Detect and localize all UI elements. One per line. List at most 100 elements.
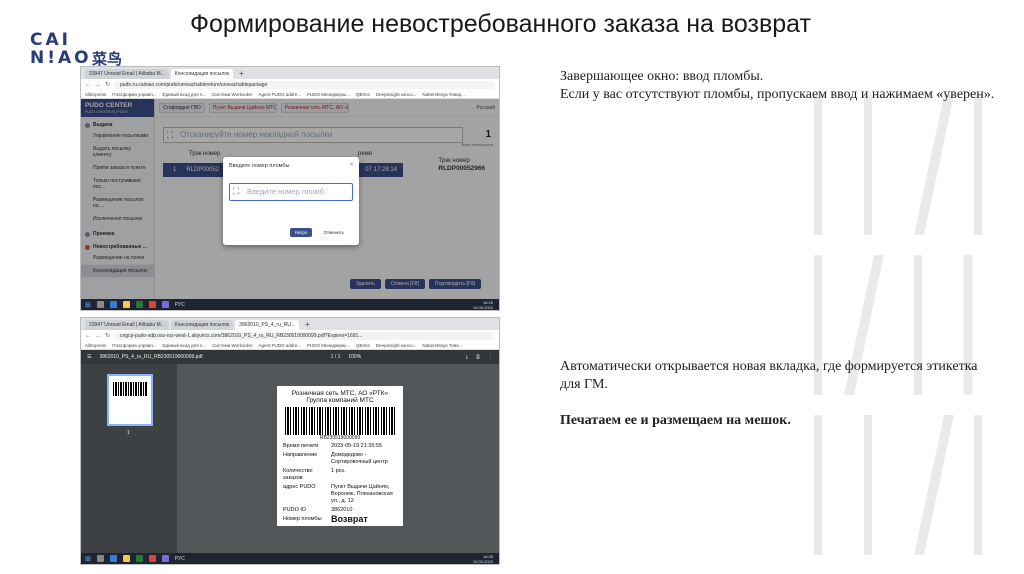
windows-start-icon[interactable]: ⊞ [85,301,91,309]
new-tab-button[interactable]: + [301,320,314,330]
cancel-button[interactable]: Отменить [318,228,349,237]
thumb-number: 1 [127,430,130,436]
watermark-logo [814,95,982,555]
browser-tab-pdf[interactable]: 3862010_PS_4_ru_RU... [235,320,300,330]
chrome-icon[interactable] [148,555,156,562]
thumb-barcode [113,382,147,396]
app-icon[interactable] [161,555,169,562]
app-icon[interactable] [161,301,169,308]
new-tab-button[interactable]: + [235,69,248,79]
search-icon[interactable] [96,301,104,308]
bookmark[interactable]: Платформа управл... [112,90,156,98]
label-row: Время печати 2023-05-19 21:35:55 [283,443,383,449]
bookmark[interactable]: QBIms [356,90,370,98]
label-row: Количество заказов 1 pcs. [283,468,346,481]
close-icon[interactable]: ✕ [349,161,354,168]
label-header: Розничная сеть МТС, АО «РТК» Группа комп… [291,390,389,404]
note2-bold: Печатаем ее и размещаем на мешок. [560,413,791,428]
browser-tab-consolidation[interactable]: Консолидация посылок [170,320,234,330]
back-icon[interactable]: ← [85,82,91,88]
bookmark[interactable]: Единый вход для п... [163,90,207,98]
bookmark[interactable]: Система Workorder [212,90,252,98]
windows-taskbar: ⊞ РУС 16:25 19.05.2023 [81,299,499,310]
explorer-icon[interactable] [122,301,130,308]
bookmark[interactable]: PUDO Менеджеры... [307,341,350,349]
bookmark[interactable]: QBIms [356,341,370,349]
bookmarks-bar: AliExpress Платформа управл... Единый вх… [81,341,499,350]
taskview-icon[interactable] [109,301,117,308]
language-indicator[interactable]: РУС [175,302,185,308]
reload-icon[interactable]: ↻ [105,81,110,88]
clock-date: 19.05.2023 [472,558,493,564]
slide-title: Формирование невостребованного заказа на… [190,10,811,38]
logo-line2: N!AO [30,48,92,68]
browser-tab-mail[interactable]: 23947 Unread Email | Alibaba M... [85,69,169,79]
search-icon[interactable] [96,555,104,562]
bookmark[interactable]: AliExpress [85,341,106,349]
taskview-icon[interactable] [109,555,117,562]
label-row: Направление Домодедово - Сортировочный це… [283,452,388,465]
note-seal-window: Завершающее окно: ввод пломбы. Если у ва… [560,69,995,102]
browser-tab-mail[interactable]: 23947 Unread Email | Alibaba M... [85,320,169,330]
excel-icon[interactable] [135,301,143,308]
back-icon[interactable]: ← [85,333,91,339]
print-icon[interactable]: ⎙ [476,354,480,360]
bookmarks-bar: AliExpress Платформа управл... Единый вх… [81,90,499,99]
url-field[interactable]: pudo.ru.cainiao.com/pudo/unreachableretu… [114,80,495,89]
bookmark[interactable]: Deepinsight консо... [376,341,417,349]
windows-taskbar: ⊞ РУС 16:35 19.05.2023 [81,553,499,564]
logo-line1: CAI [30,30,71,50]
forward-icon[interactable]: → [95,333,101,339]
forward-icon[interactable]: → [95,82,101,88]
confirm-button[interactable]: Натро [289,228,313,237]
note2-text: Автоматически открывается новая вкладка,… [560,359,978,392]
browser-tabbar: 23947 Unread Email | Alibaba M... Консол… [81,67,499,79]
download-icon[interactable]: ⤓ [466,354,468,360]
browser-tab-consolidation[interactable]: Консолидация посылок [170,69,234,79]
zoom-level[interactable]: 100% [348,354,361,360]
menu-icon[interactable]: ☰ [87,354,91,360]
bookmark[interactable]: Система Workorder [212,341,252,349]
bookmark[interactable]: Deepinsight консо... [376,90,417,98]
address-bar: ← → ↻ cngcp-pudo-sdp.oss-rus-west-1.aliy… [81,330,499,341]
label-barcode-number: RB230519000099 [319,435,361,441]
page-indicator[interactable]: 1 / 1 [331,354,341,360]
explorer-icon[interactable] [122,555,130,562]
screenshot-seal-modal: 23947 Unread Email | Alibaba M... Консол… [80,66,500,311]
address-bar: ← → ↻ pudo.ru.cainiao.com/pudo/unreachab… [81,79,499,90]
bookmark[interactable]: Agent PUDO addre... [258,341,301,349]
seal-number-input[interactable]: Введите номер пломб [229,183,353,201]
reload-icon[interactable]: ↻ [105,332,110,339]
modal-title: Введите номер пломбы [229,163,290,169]
clock-date: 19.05.2023 [472,304,493,310]
thumbnail-pane: 1 [81,364,177,553]
bookmark[interactable]: Agent PUDO addre... [258,90,301,98]
clock: 16:25 19.05.2023 [473,300,499,310]
label-row: адрес PUDO Пункт Выдачи Цайняо, Воронеж, … [283,484,393,504]
bookmark[interactable]: Платформа управл... [112,341,156,349]
more-icon[interactable]: ⋮ [488,354,493,360]
pdf-toolbar: ☰ 3862010_PS_4_ru_RU_RB230519000099.pdf … [81,350,499,364]
label-row: PUDO ID 3862010 [283,507,353,513]
chrome-icon[interactable] [148,301,156,308]
pdf-viewer: ☰ 3862010_PS_4_ru_RU_RB230519000099.pdf … [81,350,499,553]
label-stamp: Возврат [331,514,368,524]
page-thumbnail[interactable] [107,374,153,426]
browser-tabbar: 23947 Unread Email | Alibaba M... Консол… [81,318,499,330]
shipping-label: Розничная сеть МТС, АО «РТК» Группа комп… [277,386,403,526]
bookmark[interactable]: Nabershtsya Това... [422,341,462,349]
modal-buttons: Натро Отменить [289,228,349,237]
bookmark[interactable]: Nabershtsya Товар... [422,90,465,98]
bookmark[interactable]: AliExpress [85,90,106,98]
clock: 16:35 19.05.2023 [473,554,499,564]
excel-icon[interactable] [135,555,143,562]
bookmark[interactable]: PUDO Менеджеры... [307,90,350,98]
url-field[interactable]: cngcp-pudo-sdp.oss-rus-west-1.aliyuncs.c… [114,331,495,340]
language-indicator[interactable]: РУС [175,556,185,562]
bookmark[interactable]: Единый вход для п... [163,341,207,349]
windows-start-icon[interactable]: ⊞ [85,555,91,563]
seal-modal: Введите номер пломбы ✕ Введите номер пло… [223,157,359,245]
pdf-filename: 3862010_PS_4_ru_RU_RB230519000099.pdf [99,354,203,360]
cainiao-logo: CAI N!AO 菜鸟 [30,30,130,70]
screenshot-pdf-label: 23947 Unread Email | Alibaba M... Консол… [80,317,500,565]
